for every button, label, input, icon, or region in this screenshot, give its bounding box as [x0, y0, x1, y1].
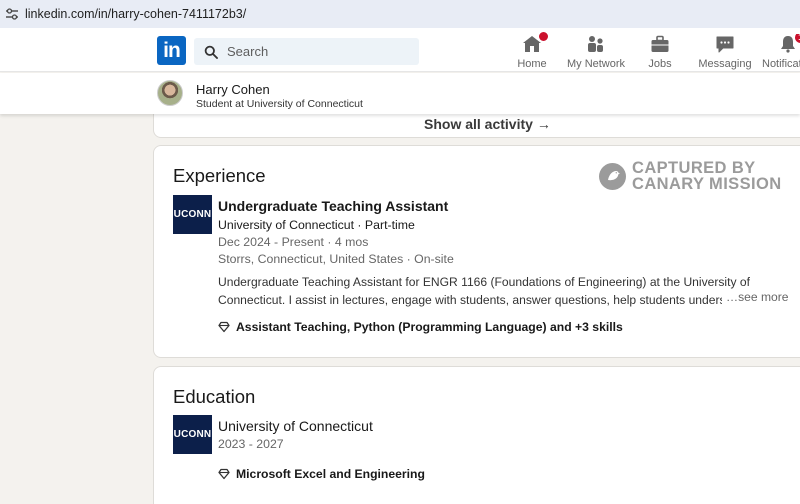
profile-headline: Student at University of Connecticut	[196, 98, 363, 110]
browser-address-bar[interactable]: linkedin.com/in/harry-cohen-7411172b3/	[0, 0, 800, 28]
nav-messaging[interactable]: Messaging	[690, 34, 760, 72]
education-skills[interactable]: Microsoft Excel and Engineering	[218, 467, 425, 481]
education-skills-text: Microsoft Excel and Engineering	[236, 467, 425, 481]
experience-company: University of Connecticut · Part-time	[218, 218, 415, 232]
experience-section: Experience CAPTURED BY CANARY MISSION UC…	[153, 145, 800, 358]
education-years: 2023 - 2027	[218, 437, 284, 451]
education-section: Education UCONN University of Connecticu…	[153, 366, 800, 504]
nav-home[interactable]: Home	[497, 31, 567, 72]
top-navigation: in Home My Network Jobs Messaging 1	[0, 28, 800, 72]
network-icon	[585, 34, 607, 54]
experience-skills[interactable]: Assistant Teaching, Python (Programming …	[218, 320, 623, 334]
nav-home-label: Home	[517, 58, 547, 70]
nav-jobs[interactable]: Jobs	[625, 34, 695, 72]
watermark: CAPTURED BY CANARY MISSION	[599, 160, 782, 192]
experience-description: Undergraduate Teaching Assistant for ENG…	[218, 275, 769, 307]
experience-role[interactable]: Undergraduate Teaching Assistant	[218, 198, 448, 214]
linkedin-logo[interactable]: in	[157, 36, 186, 65]
canary-icon	[599, 162, 626, 190]
nav-messaging-label: Messaging	[698, 58, 752, 70]
profile-sticky-header: Harry Cohen Student at University of Con…	[0, 73, 800, 114]
watermark-line-1: CAPTURED BY	[632, 159, 756, 177]
watermark-line-2: CANARY MISSION	[632, 175, 782, 193]
url-text[interactable]: linkedin.com/in/harry-cohen-7411172b3/	[25, 7, 246, 21]
nav-jobs-label: Jobs	[648, 58, 672, 70]
avatar[interactable]	[157, 80, 183, 106]
bell-icon: 1	[777, 34, 800, 54]
nav-my-network-label: My Network	[566, 58, 626, 70]
profile-name: Harry Cohen	[196, 82, 270, 97]
search-box[interactable]	[194, 38, 419, 65]
search-icon	[204, 45, 218, 59]
briefcase-icon	[649, 34, 671, 54]
school-logo[interactable]: UCONN	[173, 415, 212, 454]
notification-badge	[538, 31, 549, 42]
experience-skills-text: Assistant Teaching, Python (Programming …	[236, 320, 623, 334]
site-settings-icon[interactable]	[5, 7, 19, 21]
nav-my-network[interactable]: My Network	[561, 34, 631, 72]
experience-location: Storrs, Connecticut, United States · On-…	[218, 252, 454, 266]
show-all-activity-link[interactable]: Show all activity →	[424, 116, 551, 132]
see-more-link[interactable]: …see more	[722, 290, 789, 304]
search-input[interactable]	[227, 44, 407, 59]
home-icon	[521, 31, 549, 54]
nav-notifications-label: Notificati	[762, 58, 800, 70]
company-logo[interactable]: UCONN	[173, 195, 212, 234]
diamond-icon	[218, 468, 230, 480]
messaging-icon	[714, 34, 736, 54]
nav-notifications[interactable]: 1 Notificati	[757, 34, 800, 72]
education-school[interactable]: University of Connecticut	[218, 418, 373, 434]
experience-dates: Dec 2024 - Present · 4 mos	[218, 235, 369, 249]
section-title-education: Education	[173, 386, 256, 407]
diamond-icon	[218, 321, 230, 333]
section-title-experience: Experience	[173, 165, 266, 186]
